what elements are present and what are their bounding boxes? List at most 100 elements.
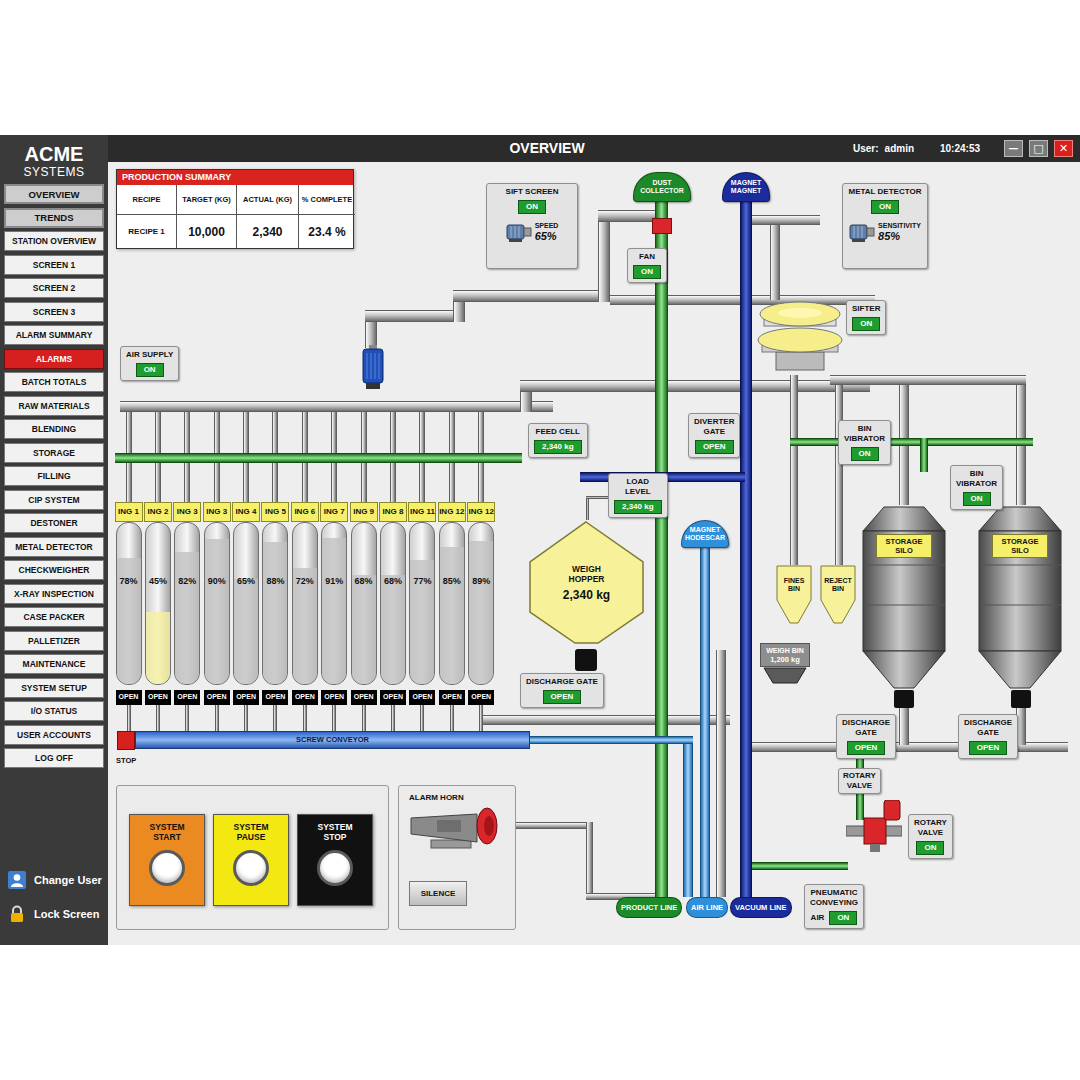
pipe (453, 290, 610, 302)
tank-fill (322, 538, 346, 685)
sidebar-item[interactable]: I/O STATUS (4, 701, 104, 721)
status-title: AIR SUPPLY (126, 350, 173, 360)
sidebar-item[interactable]: FILLING (4, 466, 104, 486)
sidebar-item[interactable]: STORAGE (4, 443, 104, 463)
weigh-bin-label: WEIGH BIN1,200 kg (760, 643, 810, 667)
pipe (156, 705, 160, 731)
ingredient-tank: 91% (321, 522, 347, 685)
status-value: ON (916, 841, 944, 855)
sidebar-item[interactable]: X-RAY INSPECTION (4, 584, 104, 604)
pipe (683, 740, 693, 897)
pipe (598, 210, 610, 302)
sidebar-item[interactable]: SCREEN 2 (4, 278, 104, 298)
ingredient-tank: 78% (116, 522, 142, 685)
screw-conveyor: SCREW CONVEYOR (135, 731, 530, 749)
weigh-bin: WEIGH BIN1,200 kg (760, 643, 810, 685)
ingredient-label: ING 1 (115, 502, 143, 522)
ingredient-tank: 65% (233, 522, 259, 685)
ingredient-label: ING 11 (408, 502, 436, 522)
sidebar-item[interactable]: ALARMS (4, 349, 104, 369)
pipe-cap-label: COLLECTOR (640, 187, 683, 195)
sidebar-item[interactable]: BATCH TOTALS (4, 372, 104, 392)
sidebar-footer-item[interactable]: Lock Screen (8, 905, 108, 923)
status-box: BINVIBRATORON (950, 465, 1003, 510)
status-title: FAN (639, 252, 655, 262)
pipe-cap-label: MAGNET (731, 179, 761, 187)
sidebar-entry: PALLETIZER (4, 631, 104, 651)
tank-level-reading: 45% (146, 575, 170, 589)
sidebar-item[interactable]: SCREEN 1 (4, 255, 104, 275)
status-sub: SENSITIVITY85% (849, 221, 921, 243)
silo-valve-icon (894, 690, 914, 708)
restore-button[interactable]: □ (1029, 140, 1048, 157)
padlock-icon (8, 905, 26, 923)
status-title: ROTARYVALVE (914, 818, 947, 838)
sidebar-item[interactable]: MAINTENANCE (4, 654, 104, 674)
sidebar-item[interactable]: METAL DETECTOR (4, 537, 104, 557)
control-button[interactable]: SYSTEMSTART (129, 814, 205, 906)
silence-button[interactable]: SILENCE (409, 881, 467, 906)
status-title-line: AIR SUPPLY (126, 350, 173, 360)
alarm-horn-panel: ALARM HORNSILENCE (398, 785, 516, 930)
sidebar-item[interactable]: RAW MATERIALS (4, 396, 104, 416)
ingredient-tank: 88% (262, 522, 288, 685)
sidebar-item[interactable]: DESTONER (4, 513, 104, 533)
status-title-line: GATE (855, 728, 877, 738)
bin-text: FINESBIN (776, 577, 812, 593)
status-title-line: VALVE (918, 828, 943, 838)
status-box: DISCHARGEGATEOPEN (836, 714, 896, 759)
status-sub-label: SENSITIVITY (878, 221, 921, 230)
push-button-icon[interactable] (149, 850, 185, 886)
push-button-icon[interactable] (233, 850, 269, 886)
status-title: DISCHARGE GATE (526, 677, 598, 687)
sidebar-item[interactable]: SCREEN 3 (4, 302, 104, 322)
close-button[interactable]: ✕ (1054, 140, 1073, 157)
sidebar-footer-item[interactable]: Change User (8, 871, 108, 889)
sidebar-item[interactable]: USER ACCOUNTS (4, 725, 104, 745)
sidebar-item[interactable]: PALLETIZER (4, 631, 104, 651)
sidebar-footer-label: Change User (34, 872, 102, 889)
sidebar-item[interactable]: CASE PACKER (4, 607, 104, 627)
sidebar-item[interactable]: LOG OFF (4, 748, 104, 768)
status-value: ON (852, 317, 880, 331)
control-button[interactable]: SYSTEMPAUSE (213, 814, 289, 906)
push-button-icon[interactable] (317, 850, 353, 886)
sidebar-entry: BLENDING (4, 419, 104, 439)
status-sub-value: 85% (878, 230, 900, 243)
tank-gate: OPEN (204, 690, 230, 705)
sidebar-item[interactable]: CIP SYSTEM (4, 490, 104, 510)
sidebar-item[interactable]: BLENDING (4, 419, 104, 439)
sidebar-item[interactable]: CHECKWEIGHER (4, 560, 104, 580)
control-button-label: SYSTEM (234, 822, 269, 832)
tank-gate: OPEN (116, 690, 142, 705)
rotary-valve-label: ROTARYVALVE (838, 768, 881, 794)
minimize-button[interactable]: — (1004, 140, 1023, 157)
main-area: OVERVIEWUser:admin10:24:53—□✕ING 178%OPE… (108, 135, 1080, 945)
hopper-title: HOPPER (569, 574, 605, 584)
sidebar-item[interactable]: ALARM SUMMARY (4, 325, 104, 345)
ingredient-label: ING 12 (438, 502, 466, 522)
status-value: ON (518, 200, 546, 214)
status-title: FEED CELL (536, 427, 580, 437)
pipe (830, 375, 1026, 385)
tank-gate: OPEN (409, 690, 435, 705)
tank-fill-color (175, 552, 199, 684)
sidebar-item[interactable]: SYSTEM SETUP (4, 678, 104, 698)
status-title: METAL DETECTOR (849, 187, 922, 197)
status-box: DISCHARGE GATEOPEN (520, 673, 604, 708)
process-canvas: ING 178%OPENING 245%OPENING 382%OPENING … (108, 162, 1080, 945)
sidebar-entry: MAINTENANCE (4, 654, 104, 674)
sidebar-item[interactable]: TRENDS (4, 208, 104, 228)
sidebar-item[interactable]: OVERVIEW (4, 184, 104, 204)
sidebar-item[interactable]: STATION OVERVIEW (4, 231, 104, 251)
pipe (420, 705, 424, 731)
bin-label: FINES (784, 577, 805, 585)
control-button[interactable]: SYSTEMSTOP (297, 814, 373, 906)
sidebar-menu: OVERVIEW TRENDS STATION OVERVIEW SCREEN 1 SC… (4, 184, 104, 768)
tank-gate: OPEN (351, 690, 377, 705)
tank-level-reading: 82% (175, 575, 199, 589)
status-title-line: GATE (977, 728, 999, 738)
tank-gate: OPEN (468, 690, 494, 705)
status-sub-text: SENSITIVITY85% (878, 221, 921, 243)
line-label: PRODUCT LINE (616, 897, 682, 918)
